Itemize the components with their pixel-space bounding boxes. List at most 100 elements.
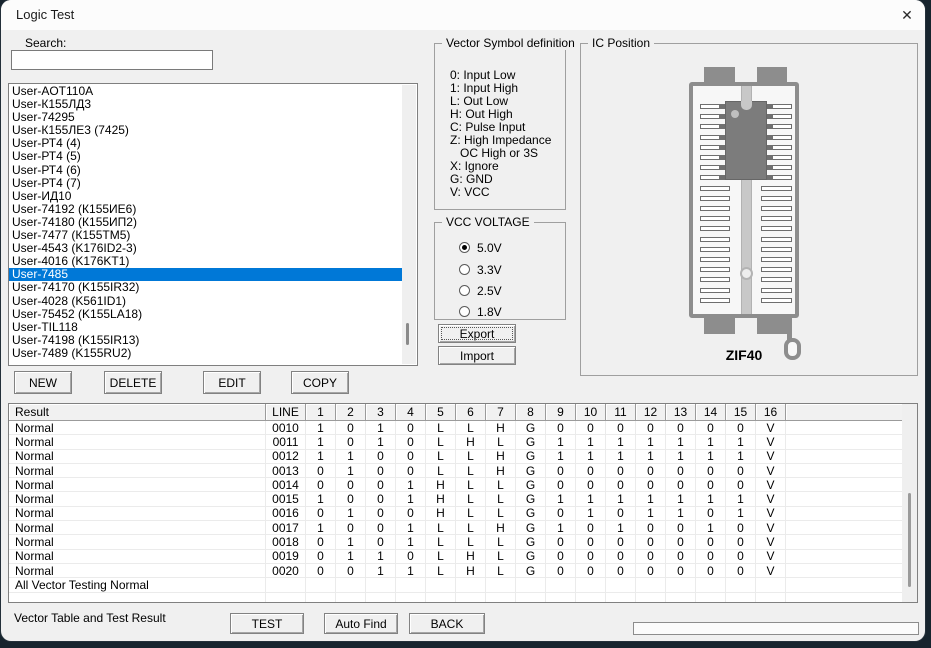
value-cell <box>726 578 756 592</box>
delete-button[interactable]: DELETE <box>104 371 162 394</box>
header-cell-pin[interactable]: 15 <box>726 404 756 421</box>
value-cell: G <box>516 549 546 563</box>
title-bar: Logic Test ✕ <box>1 0 925 30</box>
list-item[interactable]: User-РТ4 (5) <box>9 150 405 163</box>
header-cell-pin[interactable]: 12 <box>636 404 666 421</box>
header-cell-pin[interactable]: 16 <box>756 404 786 421</box>
header-cell-pin[interactable]: 9 <box>546 404 576 421</box>
test-button[interactable]: TEST <box>230 613 304 634</box>
scrollbar-thumb[interactable] <box>406 323 409 345</box>
value-cell: 1 <box>336 506 366 520</box>
table-row[interactable]: Normal 0012 1 1 0 0 L L H G 1 1 1 1 1 1 1 V <box>9 449 917 464</box>
line-cell: 0020 <box>266 564 306 578</box>
header-cell-pin[interactable]: 2 <box>336 404 366 421</box>
radio-5.0V[interactable]: 5.0V <box>459 240 502 255</box>
value-cell: 0 <box>636 478 666 492</box>
value-cell: 0 <box>576 564 606 578</box>
table-row[interactable]: Normal 0015 1 0 0 1 H L L G 1 1 1 1 1 1 1 V <box>9 492 917 507</box>
filler-cell <box>786 435 917 448</box>
table-row[interactable]: All Vector Testing Normal <box>9 578 917 593</box>
value-cell: 0 <box>666 464 696 478</box>
value-cell: 1 <box>396 478 426 492</box>
value-cell <box>306 578 336 592</box>
header-cell-pin[interactable]: 6 <box>456 404 486 421</box>
table-row[interactable]: Normal 0019 0 1 1 0 L H L G 0 0 0 0 0 0 0 V <box>9 549 917 564</box>
new-button[interactable]: NEW <box>14 371 72 394</box>
header-cell-pin[interactable]: 11 <box>606 404 636 421</box>
vector-symbol-group: Vector Symbol definition 0: Input Low 1: … <box>434 36 579 210</box>
radio-2.5V[interactable]: 2.5V <box>459 283 502 298</box>
chip-leg <box>766 165 773 171</box>
filler-cell <box>786 578 917 591</box>
copy-button[interactable]: COPY <box>291 371 349 394</box>
value-cell: 1 <box>396 564 426 578</box>
header-cell-pin[interactable]: 13 <box>666 404 696 421</box>
pin-slot-left <box>700 267 730 273</box>
socket-lever <box>787 316 792 340</box>
header-cell-pin[interactable]: 5 <box>426 404 456 421</box>
value-cell: H <box>456 435 486 449</box>
chip-list-scrollbar[interactable] <box>402 85 416 364</box>
result-cell: Normal <box>9 506 266 520</box>
table-row[interactable]: Normal 0018 0 1 0 1 L L L G 0 0 0 0 0 0 0 V <box>9 535 917 550</box>
list-item[interactable]: User-РТ4 (7) <box>9 176 405 190</box>
back-button[interactable]: BACK <box>409 613 485 634</box>
scrollbar-thumb[interactable] <box>908 493 911 587</box>
table-row[interactable]: Normal 0011 1 0 1 0 L H L G 1 1 1 1 1 1 1 V <box>9 435 917 450</box>
value-cell: V <box>756 421 786 435</box>
table-row[interactable]: Normal 0017 1 0 0 1 L L H G 1 0 1 0 0 1 0 V <box>9 521 917 536</box>
value-cell <box>426 578 456 592</box>
list-item[interactable]: User-TIL118 <box>9 320 405 334</box>
export-button[interactable]: Export <box>438 324 516 343</box>
header-cell-pin[interactable]: 3 <box>366 404 396 421</box>
value-cell: H <box>486 421 516 435</box>
import-button[interactable]: Import <box>438 346 516 365</box>
chip-leg <box>766 124 773 130</box>
value-cell: 0 <box>636 521 666 535</box>
table-row[interactable]: Normal 0013 0 1 0 0 L L H G 0 0 0 0 0 0 0 V <box>9 464 917 479</box>
value-cell: 1 <box>606 492 636 506</box>
list-item[interactable]: User-4028 (K561ID1) <box>9 294 405 308</box>
list-item[interactable]: User-74192 (К155ИЕ6) <box>9 202 405 216</box>
header-cell-pin[interactable]: 14 <box>696 404 726 421</box>
header-cell-pin[interactable]: 4 <box>396 404 426 421</box>
list-item[interactable]: User-4016 (K176KT1) <box>9 255 405 268</box>
list-item[interactable]: User-ИД10 <box>9 189 405 203</box>
close-button[interactable]: ✕ <box>893 3 921 27</box>
table-row[interactable] <box>9 592 917 602</box>
header-cell-pin[interactable]: 8 <box>516 404 546 421</box>
header-cell-pin[interactable]: 10 <box>576 404 606 421</box>
chip-leg <box>766 114 773 120</box>
pin-slot-right <box>761 287 792 293</box>
header-cell-pin[interactable]: 1 <box>306 404 336 421</box>
edit-button[interactable]: EDIT <box>203 371 261 394</box>
table-row[interactable]: Normal 0010 1 0 1 0 L L H G 0 0 0 0 0 0 0 V <box>9 421 917 436</box>
header-cell-pin[interactable]: 7 <box>486 404 516 421</box>
list-item[interactable]: User-РТ4 (6) <box>9 163 405 177</box>
header-cell-line[interactable]: LINE <box>266 404 306 421</box>
value-cell: 0 <box>546 464 576 478</box>
value-cell: G <box>516 421 546 435</box>
pin-slot-right <box>761 216 792 222</box>
empty-cell <box>696 592 726 602</box>
table-row[interactable]: Normal 0016 0 1 0 0 H L L G 0 1 0 1 1 0 1 V <box>9 506 917 522</box>
filler-cell <box>786 550 917 563</box>
list-item[interactable]: User-75452 (K155LA18) <box>9 307 405 321</box>
value-cell: 1 <box>606 449 636 463</box>
list-item[interactable]: User-74198 (K155IR13) <box>9 333 405 347</box>
table-scrollbar[interactable] <box>902 404 917 602</box>
table-row[interactable]: Normal 0020 0 0 1 1 L H L G 0 0 0 0 0 0 0 V <box>9 564 917 579</box>
chip-list-items: User-AOT110A User-К155ЛД3 User-74295 User-К… <box>9 84 417 360</box>
header-cell-result[interactable]: Result <box>9 404 266 421</box>
chip-list[interactable]: User-AOT110A User-К155ЛД3 User-74295 User-К… <box>8 83 418 366</box>
list-item[interactable]: User-7489 (K155RU2) <box>9 346 405 360</box>
value-cell: 1 <box>726 492 756 506</box>
value-cell: H <box>456 564 486 578</box>
radio-3.3V[interactable]: 3.3V <box>459 262 502 277</box>
auto-find-button[interactable]: Auto Find <box>324 613 398 634</box>
radio-1.8V[interactable]: 1.8V <box>459 304 502 319</box>
table-row[interactable]: Normal 0014 0 0 0 1 H L L G 0 0 0 0 0 0 0 V <box>9 478 917 493</box>
search-input[interactable] <box>11 50 213 70</box>
list-item[interactable]: User-74170 (K155IR32) <box>9 281 405 294</box>
footer-caption: Vector Table and Test Result <box>14 611 166 625</box>
